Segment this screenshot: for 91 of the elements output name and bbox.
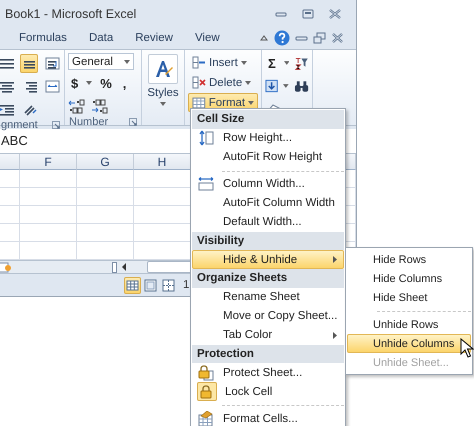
grid-icon [126, 278, 139, 292]
page-layout-button[interactable] [142, 276, 159, 294]
maximize-icon[interactable] [301, 8, 315, 19]
ribbon-tab[interactable]: Review [134, 30, 174, 46]
scroll-left-icon[interactable] [121, 263, 127, 272]
delete-cells-icon [192, 76, 206, 90]
ribbon-tab[interactable]: View [194, 30, 221, 46]
ribbon-button[interactable]: Insert [188, 53, 258, 72]
menu-item[interactable]: Hide Columns [347, 269, 471, 288]
caret-icon [240, 60, 247, 65]
dialog-launcher-icon[interactable] [52, 121, 60, 130]
menu-item[interactable]: Hide & Unhide [192, 250, 344, 269]
page-break-view-button[interactable] [160, 276, 177, 294]
page-break-icon [162, 278, 175, 292]
menu-item[interactable]: Column Width... [192, 174, 344, 194]
grid-cell[interactable] [77, 206, 134, 224]
menu-item[interactable]: Hide Sheet [347, 288, 471, 307]
caret-icon [245, 80, 252, 85]
grid-cell[interactable] [20, 170, 77, 188]
formula-bar-text[interactable]: ABC [1, 133, 28, 148]
menu-item[interactable]: Move or Copy Sheet... [192, 306, 344, 326]
menu-item[interactable]: Lock Cell [192, 382, 344, 401]
menu-item[interactable]: Tab Color [192, 326, 344, 344]
menu-section-header: Cell Size [192, 110, 344, 128]
zoom-level[interactable]: 1 [183, 279, 190, 292]
wrap-text-icon [44, 56, 60, 71]
caret-icon[interactable] [284, 61, 290, 66]
increase-decimal-icon[interactable] [68, 98, 86, 114]
menu-section-header: Protection [192, 344, 344, 363]
number-format-dropdown[interactable]: General [68, 53, 134, 70]
menu-item[interactable]: Unhide Rows [347, 315, 471, 334]
caret-icon[interactable] [160, 102, 166, 106]
caret-icon[interactable] [86, 81, 92, 86]
menu-item[interactable]: AutoFit Row Height [192, 148, 344, 166]
autosum-button[interactable]: Σ [265, 56, 279, 71]
row-height-icon [198, 130, 214, 146]
menu-item[interactable]: Hide Rows [347, 250, 471, 269]
help-icon[interactable] [274, 30, 290, 46]
menu-item[interactable]: Default Width... [192, 212, 344, 232]
menu-section-header: Organize Sheets [192, 269, 344, 288]
group-label: gnment [1, 119, 38, 132]
menu-section-header: Visibility [192, 232, 344, 250]
caret-icon [248, 100, 254, 105]
page-icon [144, 278, 157, 292]
split-handle-icon[interactable] [112, 262, 117, 273]
ribbon-tab[interactable]: Data [88, 30, 114, 46]
grid-cell[interactable] [77, 170, 134, 188]
grid-cell[interactable] [0, 206, 20, 224]
grid-cell[interactable] [20, 188, 77, 206]
grid-cell[interactable] [20, 224, 77, 242]
restore-icon[interactable] [313, 32, 326, 44]
normal-view-button[interactable] [124, 276, 141, 294]
grid-cell[interactable] [77, 188, 134, 206]
merge-cells-icon [44, 78, 60, 94]
menu-item[interactable]: Protect Sheet... [192, 363, 344, 382]
window-title: Book1 - Microsoft Excel [5, 6, 138, 21]
grid-cell[interactable] [0, 170, 20, 188]
caret-icon[interactable] [283, 84, 289, 88]
menu-item[interactable]: AutoFit Column Width [192, 194, 344, 212]
column-header[interactable]: F [20, 154, 77, 170]
sort-filter-icon[interactable] [294, 56, 309, 71]
styles-button[interactable]: Styles [147, 87, 179, 100]
ribbon-button[interactable]: Delete [188, 73, 258, 92]
fill-icon[interactable] [265, 79, 278, 94]
menu-item[interactable]: Rename Sheet [192, 288, 344, 306]
currency-button[interactable]: $ [68, 76, 82, 91]
caret-icon [124, 60, 130, 64]
middle-align-button[interactable] [20, 54, 38, 73]
comma-button[interactable]: , [120, 76, 130, 91]
protect-sheet-icon [198, 364, 214, 380]
group-label: Number [69, 116, 108, 128]
grid-cell[interactable] [0, 224, 20, 242]
insert-sheet-icon[interactable] [0, 262, 12, 273]
binoculars-icon[interactable] [294, 80, 309, 93]
menu-item[interactable]: Row Height... [192, 128, 344, 148]
percent-button[interactable]: % [97, 76, 115, 91]
grid-cell[interactable] [77, 224, 134, 242]
menu-item[interactable]: Format Cells... [192, 409, 344, 426]
column-header[interactable]: H [134, 154, 191, 170]
menu-item[interactable]: Unhide Columns [347, 334, 471, 353]
grid-cell[interactable] [0, 188, 20, 206]
column-header[interactable]: G [77, 154, 134, 170]
close-icon[interactable] [331, 33, 344, 44]
grid-cell[interactable] [20, 206, 77, 224]
column-width-icon [198, 176, 214, 192]
decrease-decimal-icon[interactable] [91, 98, 109, 114]
collapse-ribbon-icon[interactable] [259, 33, 269, 44]
dialog-launcher-icon[interactable] [129, 118, 137, 126]
ribbon-tab[interactable]: Formulas [18, 30, 68, 46]
insert-cells-icon [192, 56, 206, 70]
close-icon[interactable] [328, 8, 342, 19]
